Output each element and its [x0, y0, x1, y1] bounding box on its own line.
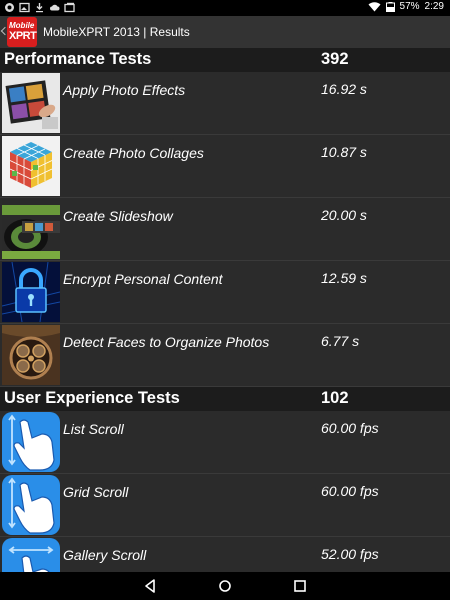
- test-result: 16.92 s: [321, 81, 367, 97]
- cloud-notification-icon: [50, 4, 60, 11]
- test-row-grid-scroll[interactable]: Grid Scroll 60.00 fps: [0, 474, 450, 537]
- performance-title: Performance Tests: [4, 50, 152, 68]
- test-row-list-scroll[interactable]: List Scroll 60.00 fps: [0, 411, 450, 474]
- status-bar: 57% 2:29: [0, 0, 450, 16]
- face-frames-icon: [2, 325, 60, 385]
- page-title: MobileXPRT 2013 | Results: [43, 25, 190, 39]
- up-navigation-icon[interactable]: [0, 16, 6, 48]
- test-label: Gallery Scroll: [63, 547, 147, 563]
- vertical-scroll-hand-icon: [2, 475, 60, 535]
- logo-text-mobile: Mobile: [9, 21, 35, 30]
- test-label: Grid Scroll: [63, 484, 129, 500]
- test-row-create-slideshow[interactable]: Create Slideshow 20.00 s: [0, 198, 450, 261]
- user-experience-section-header: User Experience Tests 102: [0, 387, 450, 411]
- film-reel-icon: [2, 199, 60, 259]
- user-experience-title: User Experience Tests: [4, 389, 180, 407]
- clock: 2:29: [424, 1, 444, 12]
- test-result: 10.87 s: [321, 144, 367, 160]
- test-label: Create Photo Collages: [63, 145, 204, 161]
- notification-icons: [4, 2, 75, 13]
- wifi-icon: [368, 1, 381, 12]
- test-row-gallery-scroll[interactable]: Gallery Scroll 52.00 fps: [0, 537, 450, 572]
- test-label: List Scroll: [63, 421, 124, 437]
- performance-score: 392: [321, 50, 349, 68]
- test-result: 52.00 fps: [321, 546, 379, 562]
- results-list[interactable]: Performance Tests 392 Apply Photo Effect…: [0, 48, 450, 572]
- back-icon[interactable]: [142, 578, 158, 594]
- test-row-create-photo-collages[interactable]: Create Photo Collages 10.87 s: [0, 135, 450, 198]
- recents-icon[interactable]: [292, 578, 308, 594]
- battery-icon: [385, 1, 395, 12]
- test-label: Create Slideshow: [63, 208, 173, 224]
- photo-effects-icon: [2, 73, 60, 133]
- test-result: 12.59 s: [321, 270, 367, 286]
- test-label: Detect Faces to Organize Photos: [63, 334, 270, 350]
- logo-text-xprt: XPRT: [9, 30, 37, 42]
- horizontal-scroll-hand-icon: [2, 538, 60, 572]
- app-logo[interactable]: Mobile XPRT: [7, 17, 37, 47]
- navigation-bar: [0, 572, 450, 600]
- photo-cube-icon: [2, 136, 60, 196]
- vertical-scroll-hand-icon: [2, 412, 60, 472]
- test-result: 60.00 fps: [321, 483, 379, 499]
- image-notification-icon: [19, 2, 30, 13]
- test-row-encrypt-personal-content[interactable]: Encrypt Personal Content 12.59 s: [0, 261, 450, 324]
- chat-notification-icon: [5, 3, 14, 12]
- user-experience-score: 102: [321, 389, 349, 407]
- test-label: Encrypt Personal Content: [63, 271, 223, 287]
- battery-percent: 57%: [399, 1, 420, 12]
- test-result: 6.77 s: [321, 333, 360, 349]
- test-result: 20.00 s: [321, 207, 367, 223]
- test-result: 60.00 fps: [321, 420, 379, 436]
- test-row-detect-faces[interactable]: Detect Faces to Organize Photos 6.77 s: [0, 324, 450, 387]
- test-row-apply-photo-effects[interactable]: Apply Photo Effects 16.92 s: [0, 72, 450, 135]
- padlock-icon: [2, 262, 60, 322]
- photo-notification-icon: [64, 2, 75, 13]
- performance-section-header: Performance Tests 392: [0, 48, 450, 72]
- test-label: Apply Photo Effects: [63, 82, 186, 98]
- system-status: 57% 2:29: [368, 1, 444, 12]
- download-notification-icon: [36, 3, 43, 13]
- action-bar: Mobile XPRT MobileXPRT 2013 | Results: [0, 16, 450, 48]
- home-icon[interactable]: [217, 578, 233, 594]
